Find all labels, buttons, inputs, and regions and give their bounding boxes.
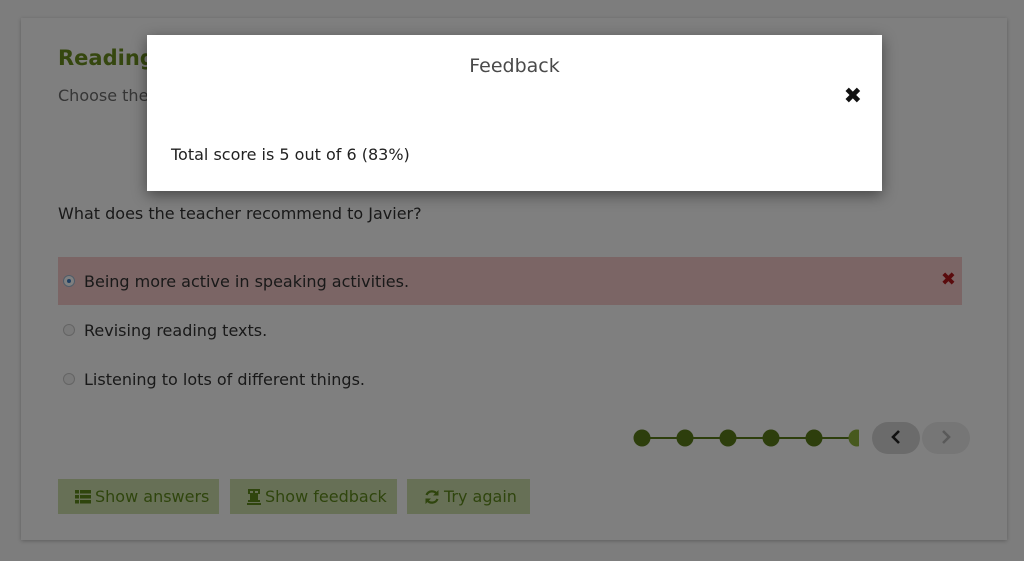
dialog-title: Feedback [469,55,560,77]
feedback-dialog: Feedback ✖ Total score is 5 out of 6 (83… [147,35,882,191]
close-icon[interactable]: ✖ [844,85,862,109]
score-text: Total score is 5 out of 6 (83%) [171,145,410,164]
